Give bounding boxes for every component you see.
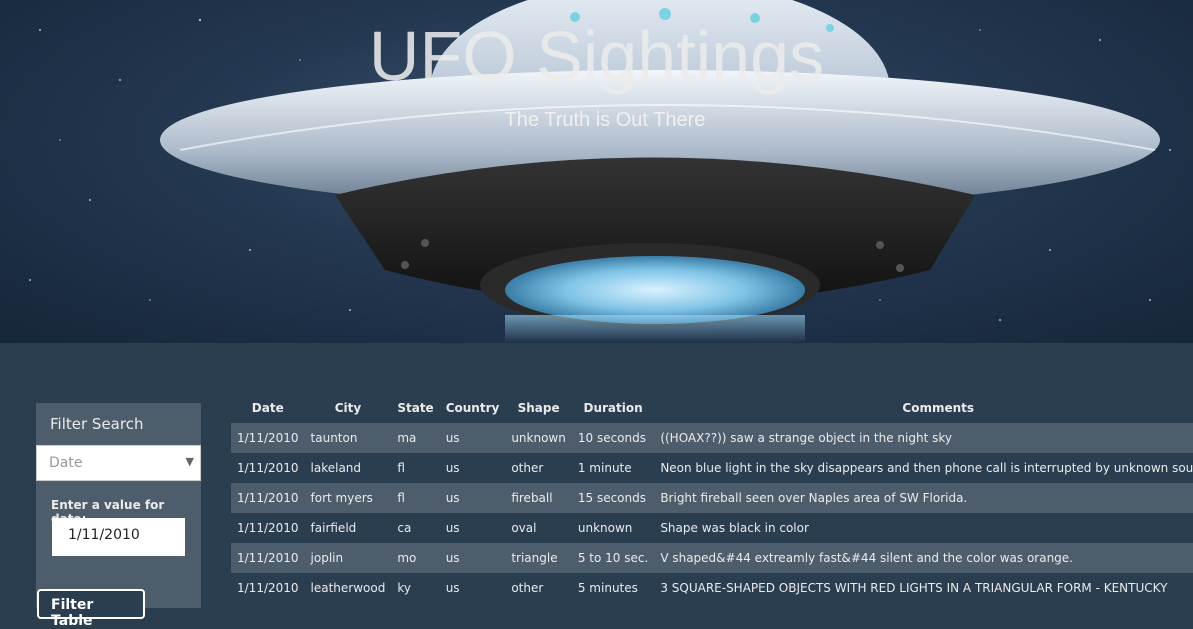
table-header-row: Date City State Country Shape Duration C… <box>231 393 1193 423</box>
cell-date: 1/11/2010 <box>231 423 305 453</box>
column-header-comments: Comments <box>902 401 975 415</box>
cell-duration: unknown <box>571 513 655 543</box>
cell-state: ca <box>391 513 440 543</box>
cell-country: us <box>439 453 506 483</box>
filter-table-button[interactable]: Filter Table <box>37 589 145 629</box>
cell-date: 1/11/2010 <box>231 483 305 513</box>
cell-duration: 1 minute <box>571 453 655 483</box>
table-row: 1/11/2010 leatherwood ky us other 5 minutes 3 … <box>231 573 1193 603</box>
filter-select-value: Date <box>49 455 83 471</box>
cell-shape: fireball <box>505 483 572 513</box>
cell-city: taunton <box>304 423 392 453</box>
cell-date: 1/11/2010 <box>231 513 305 543</box>
cell-country: us <box>439 483 506 513</box>
sightings-table: Date City State Country Shape Duration C… <box>231 393 1193 603</box>
cell-date: 1/11/2010 <box>231 543 305 573</box>
cell-date: 1/11/2010 <box>231 573 305 603</box>
cell-state: mo <box>391 543 440 573</box>
cell-country: us <box>439 423 506 453</box>
cell-city: leatherwood <box>304 573 392 603</box>
cell-country: us <box>439 573 506 603</box>
cell-duration: 10 seconds <box>571 423 655 453</box>
cell-city: fort myers <box>304 483 392 513</box>
sightings-table-wrapper: Date City State Country Shape Duration C… <box>231 393 1193 603</box>
cell-city: fairfield <box>304 513 392 543</box>
page-title: UFO Sightings <box>368 17 825 95</box>
cell-date: 1/11/2010 <box>231 453 305 483</box>
filter-heading: Filter Search <box>50 415 144 433</box>
filter-field-select[interactable]: Date ▼ <box>36 445 201 481</box>
cell-shape: oval <box>505 513 572 543</box>
hero-banner: UFO Sightings The Truth is Out There <box>0 0 1193 343</box>
table-row: 1/11/2010 joplin mo us triangle 5 to 10 sec. V… <box>231 543 1193 573</box>
cell-state: ma <box>391 423 440 453</box>
cell-duration: 5 to 10 sec. <box>571 543 655 573</box>
column-header-country: Country <box>445 401 500 415</box>
cell-country: us <box>439 543 506 573</box>
table-row: 1/11/2010 taunton ma us unknown 10 seconds ((H… <box>231 423 1193 453</box>
cell-city: lakeland <box>304 453 392 483</box>
chevron-down-icon: ▼ <box>185 455 194 468</box>
cell-shape: other <box>505 573 572 603</box>
table-row: 1/11/2010 fort myers fl us fireball 15 second… <box>231 483 1193 513</box>
cell-shape: unknown <box>505 423 572 453</box>
column-header-duration: Duration <box>583 401 643 415</box>
filter-panel: Filter Search Date ▼ Enter a value for d… <box>36 403 201 608</box>
cell-shape: other <box>505 453 572 483</box>
cell-city: joplin <box>304 543 392 573</box>
page-subtitle: The Truth is Out There <box>504 109 706 131</box>
column-header-city: City <box>334 401 362 415</box>
cell-state: fl <box>391 453 440 483</box>
cell-comments: ((HOAX??)) saw a strange object in the n… <box>654 423 1193 453</box>
table-row: 1/11/2010 fairfield ca us oval unknown Shape w… <box>231 513 1193 543</box>
cell-duration: 5 minutes <box>571 573 655 603</box>
table-row: 1/11/2010 lakeland fl us other 1 minute Neon b… <box>231 453 1193 483</box>
cell-state: ky <box>391 573 440 603</box>
cell-comments: 3 SQUARE-SHAPED OBJECTS WITH RED LIGHTS … <box>654 573 1193 603</box>
column-header-state: State <box>397 401 434 415</box>
cell-shape: triangle <box>505 543 572 573</box>
date-input[interactable]: 1/11/2010 <box>52 518 185 556</box>
cell-state: fl <box>391 483 440 513</box>
cell-comments: Bright fireball seen over Naples area of… <box>654 483 1193 513</box>
cell-comments: Neon blue light in the sky disappears an… <box>654 453 1193 483</box>
cell-comments: V shaped&#44 extreamly fast&#44 silent a… <box>654 543 1193 573</box>
column-header-date: Date <box>251 401 284 415</box>
column-header-shape: Shape <box>517 401 560 415</box>
table-body: 1/11/2010 taunton ma us unknown 10 seconds ((H… <box>231 423 1193 603</box>
cell-country: us <box>439 513 506 543</box>
cell-duration: 15 seconds <box>571 483 655 513</box>
cell-comments: Shape was black in color <box>654 513 1193 543</box>
